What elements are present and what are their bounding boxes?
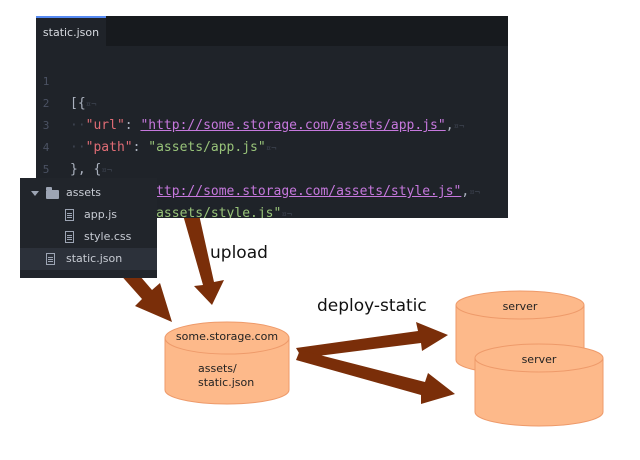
file-icon bbox=[65, 231, 74, 243]
tree-file-static-json[interactable]: static.json bbox=[20, 248, 157, 270]
tab-static-json[interactable]: static.json bbox=[36, 16, 106, 46]
tree-file-style-css[interactable]: style.css bbox=[20, 226, 157, 248]
arrow-deploy-server1 bbox=[296, 322, 448, 358]
file-tree: assets app.js style.css static.json bbox=[20, 178, 157, 278]
editor-tab-bar: static.json bbox=[36, 16, 508, 46]
code-line-4: 4 }, {¤¬ bbox=[36, 115, 508, 177]
tree-file-label: style.css bbox=[84, 230, 132, 243]
file-icon bbox=[65, 209, 74, 221]
tree-file-label: app.js bbox=[84, 208, 117, 221]
file-icon bbox=[46, 253, 55, 265]
server-label-2: server bbox=[521, 353, 557, 366]
chevron-down-icon bbox=[31, 191, 39, 196]
folder-icon bbox=[46, 187, 59, 199]
tree-file-label: static.json bbox=[66, 252, 123, 265]
code-line-3: 3 ··"path": "assets/app.js"¤¬ bbox=[36, 93, 508, 155]
deploy-static-label: deploy-static bbox=[317, 296, 427, 316]
json-url-link[interactable]: "http://some.storage.com/assets/style.js… bbox=[140, 184, 461, 199]
storage-assets-label: assets/ bbox=[198, 362, 237, 375]
code-line-2: 2 ··"url": "http://some.storage.com/asse… bbox=[36, 71, 508, 133]
tree-folder-assets[interactable]: assets bbox=[20, 182, 157, 204]
storage-title: some.storage.com bbox=[175, 330, 279, 343]
server-label-1: server bbox=[502, 300, 538, 313]
code-line-1: 1 [{¤¬ bbox=[36, 49, 508, 111]
upload-label: upload bbox=[210, 243, 268, 263]
tree-folder-label: assets bbox=[66, 186, 102, 199]
tree-file-app-js[interactable]: app.js bbox=[20, 204, 157, 226]
arrow-deploy-server2 bbox=[296, 350, 455, 404]
storage-static-json-label: static.json bbox=[198, 376, 255, 389]
code-line-5: 5 ··"url": "http://some.storage.com/asse… bbox=[36, 137, 508, 199]
json-string: "assets/style.js" bbox=[148, 206, 282, 218]
